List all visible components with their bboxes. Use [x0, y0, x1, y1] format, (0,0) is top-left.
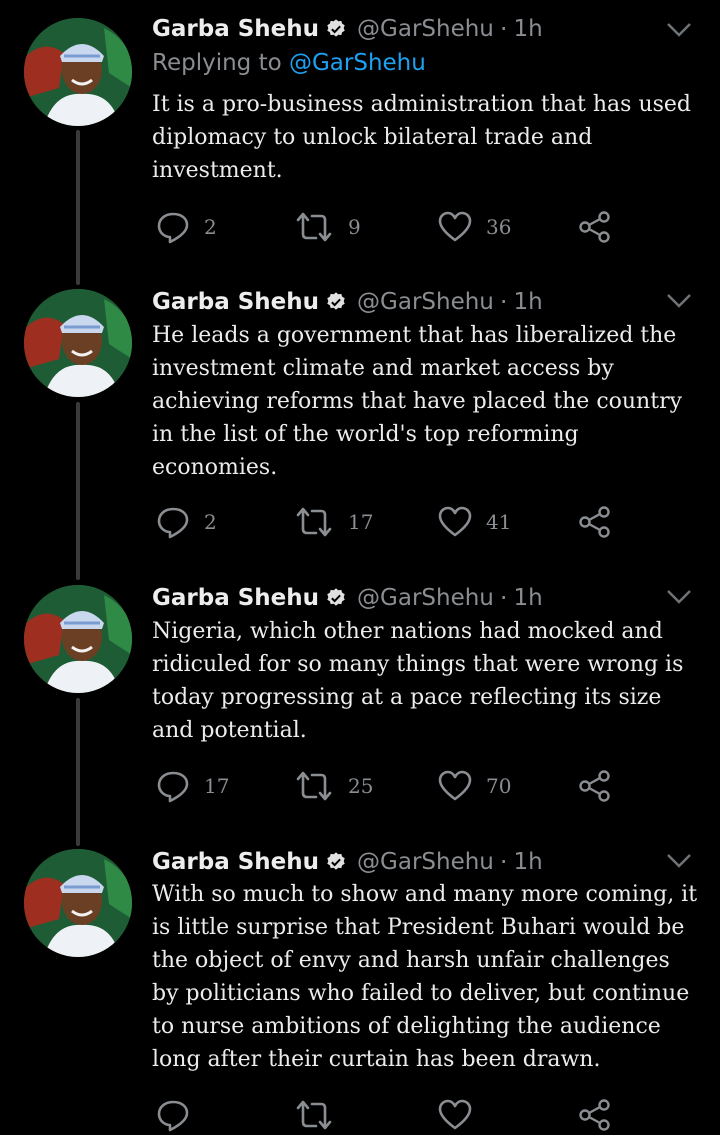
like-button[interactable]: 70	[438, 766, 511, 806]
share-icon	[579, 211, 610, 243]
timestamp[interactable]: 1h	[514, 585, 543, 611]
avatar-image	[24, 289, 132, 397]
user-handle[interactable]: @GarShehu	[357, 289, 494, 315]
retweet-icon	[296, 507, 332, 537]
like-count: 41	[486, 510, 512, 534]
tweet-header: Garba Shehu @GarShehu · 1h	[152, 845, 660, 879]
heart-icon	[438, 506, 472, 537]
retweet-button[interactable]: 9	[294, 207, 361, 247]
timestamp[interactable]: 1h	[514, 289, 543, 315]
reply-icon	[157, 212, 189, 244]
tweet[interactable]: Garba Shehu @GarShehu · 1h Nigeria, whic…	[0, 581, 720, 845]
tweet-text: He leads a government that has liberaliz…	[152, 323, 683, 480]
avatar-image	[24, 849, 132, 957]
separator-dot: ·	[499, 848, 508, 876]
tweet-text: Nigeria, which other nations had mocked …	[152, 619, 684, 743]
retweet-count: 25	[348, 774, 374, 798]
timestamp[interactable]: 1h	[514, 849, 543, 875]
share-button[interactable]	[578, 207, 612, 247]
replying-to: Replying to @GarShehu	[152, 50, 426, 76]
chevron-down-icon[interactable]	[664, 851, 694, 871]
timestamp[interactable]: 1h	[514, 16, 543, 42]
tweet-actions: 2 17 41	[152, 502, 632, 542]
reply-button[interactable]: 2	[156, 207, 217, 247]
tweet-header: Garba Shehu @GarShehu · 1h	[152, 285, 660, 319]
verified-badge-icon	[327, 292, 345, 310]
user-handle[interactable]: @GarShehu	[357, 16, 494, 42]
heart-icon	[438, 1099, 472, 1130]
user-handle[interactable]: @GarShehu	[357, 849, 494, 875]
like-button[interactable]: 41	[438, 502, 511, 542]
retweet-icon	[296, 771, 332, 801]
like-count: 70	[486, 774, 512, 798]
avatar[interactable]	[24, 849, 132, 957]
tweet[interactable]: Garba Shehu @GarShehu · 1h He leads a go…	[0, 285, 720, 581]
reply-button[interactable]: 17	[156, 766, 229, 806]
retweet-button[interactable]: 17	[294, 502, 373, 542]
reply-button[interactable]: 2	[156, 502, 217, 542]
tweet-actions: 2 9 36	[152, 207, 632, 247]
reply-count: 2	[204, 215, 217, 239]
tweet-text: It is a pro-business administration that…	[152, 92, 692, 183]
verified-badge-icon	[327, 19, 345, 37]
retweet-count: 17	[348, 510, 374, 534]
tweet-actions	[152, 1095, 632, 1135]
share-button[interactable]	[578, 502, 612, 542]
reply-icon	[157, 771, 189, 803]
reply-button[interactable]	[156, 1095, 190, 1135]
like-button[interactable]: 36	[438, 207, 511, 247]
tweet-header: Garba Shehu @GarShehu · 1h	[152, 581, 660, 615]
chevron-down-icon[interactable]	[664, 587, 694, 607]
separator-dot: ·	[499, 288, 508, 316]
reply-count: 17	[204, 774, 230, 798]
tweet-text: With so much to show and many more comin…	[152, 882, 698, 1072]
avatar-image	[24, 585, 132, 693]
replying-to-mention[interactable]: @GarShehu	[289, 50, 426, 76]
like-count: 36	[486, 215, 512, 239]
retweet-icon	[296, 212, 332, 242]
chevron-down-icon[interactable]	[664, 291, 694, 311]
share-button[interactable]	[578, 1095, 612, 1135]
verified-badge-icon	[327, 588, 345, 606]
user-handle[interactable]: @GarShehu	[357, 585, 494, 611]
avatar-image	[24, 18, 132, 126]
replying-to-label: Replying to	[152, 50, 282, 76]
reply-icon	[157, 1100, 189, 1132]
verified-badge-icon	[327, 852, 345, 870]
separator-dot: ·	[499, 15, 508, 43]
display-name[interactable]: Garba Shehu	[152, 849, 319, 875]
avatar[interactable]	[24, 18, 132, 126]
retweet-button[interactable]	[294, 1095, 334, 1135]
heart-icon	[438, 211, 472, 242]
display-name[interactable]: Garba Shehu	[152, 16, 319, 42]
like-button[interactable]	[438, 1095, 472, 1135]
share-icon	[579, 770, 610, 802]
avatar[interactable]	[24, 289, 132, 397]
tweet-header: Garba Shehu @GarShehu · 1h	[152, 12, 660, 46]
heart-icon	[438, 770, 472, 801]
reply-icon	[157, 507, 189, 539]
chevron-down-icon[interactable]	[664, 20, 694, 40]
tweet-actions: 17 25 70	[152, 766, 632, 806]
display-name[interactable]: Garba Shehu	[152, 289, 319, 315]
tweet[interactable]: Garba Shehu @GarShehu · 1h Replying to @…	[0, 0, 720, 280]
share-button[interactable]	[578, 766, 612, 806]
tweet[interactable]: Garba Shehu @GarShehu · 1h With so much …	[0, 845, 720, 1132]
retweet-button[interactable]: 25	[294, 766, 373, 806]
share-icon	[579, 1099, 610, 1131]
retweet-count: 9	[348, 215, 361, 239]
avatar[interactable]	[24, 585, 132, 693]
retweet-icon	[296, 1100, 332, 1130]
reply-count: 2	[204, 510, 217, 534]
display-name[interactable]: Garba Shehu	[152, 585, 319, 611]
share-icon	[579, 506, 610, 538]
separator-dot: ·	[499, 584, 508, 612]
